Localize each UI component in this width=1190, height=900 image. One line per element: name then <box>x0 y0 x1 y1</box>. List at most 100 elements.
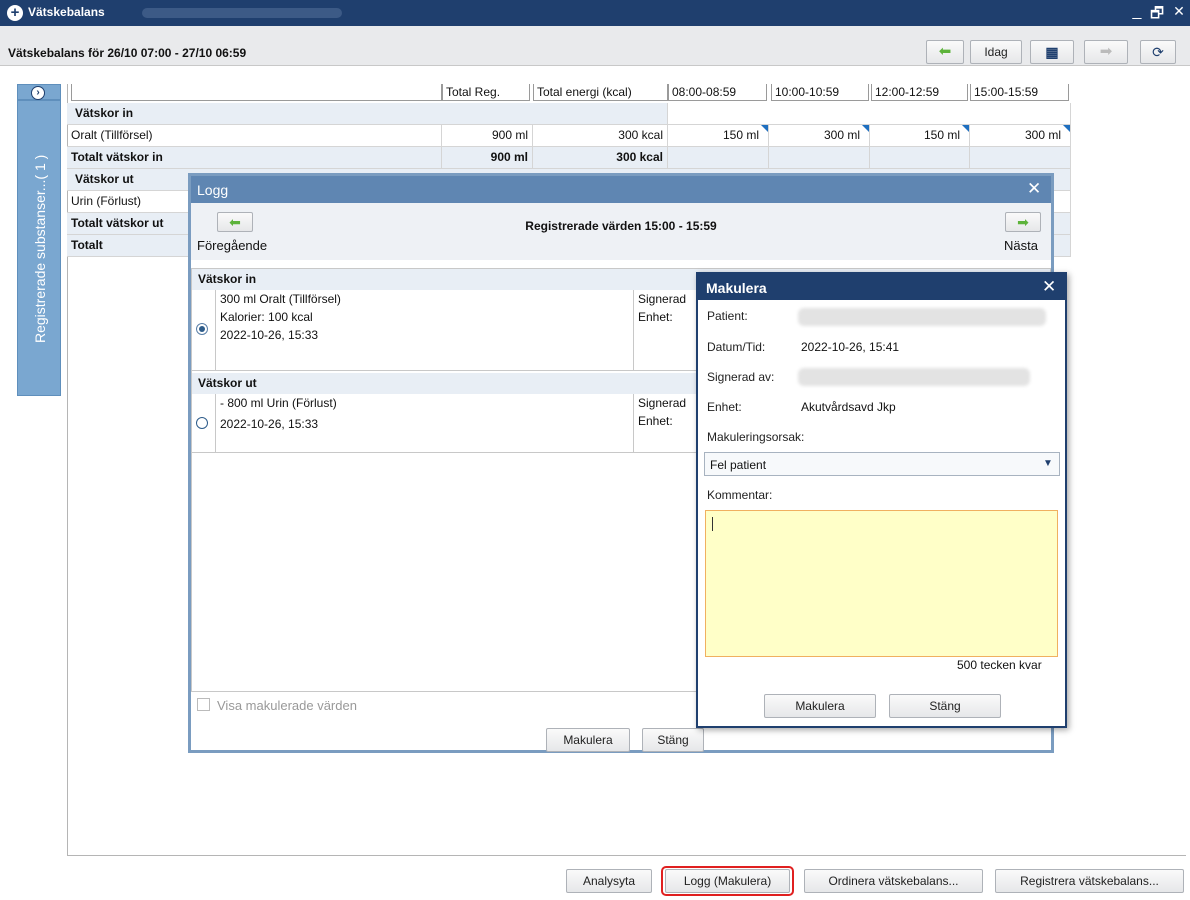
radio-unselected[interactable] <box>196 417 208 429</box>
col-header-slot-1: 08:00-08:59 <box>668 84 767 101</box>
col-header-slot-3: 12:00-12:59 <box>871 84 968 101</box>
signed-by-value-redacted <box>798 368 1030 386</box>
log-void-footer-button[interactable]: Logg (Makulera) <box>665 869 790 893</box>
section-fluids-in: Vätskor in <box>67 103 668 125</box>
entry-unit-label: Enhet: <box>638 414 673 428</box>
chevron-right-icon: › <box>31 86 45 100</box>
log-close-button[interactable]: Stäng <box>642 728 704 752</box>
refresh-icon: ⟳ <box>1152 44 1164 60</box>
close-icon[interactable]: ✕ <box>1027 179 1041 199</box>
window-titlebar: + Vätskebalans _ 🗗 ✕ <box>0 0 1190 26</box>
patient-label: Patient: <box>707 309 748 323</box>
unit-value: Akutvårdsavd Jkp <box>801 400 896 414</box>
row-total-in-label: Totalt vätskor in <box>67 147 442 169</box>
restore-icon[interactable]: 🗗 <box>1148 3 1166 28</box>
comment-label: Kommentar: <box>707 488 773 502</box>
reason-select[interactable]: Fel patient ▼ <box>704 452 1060 476</box>
entry-line-1: 300 ml Oralt (Tillförsel) <box>220 292 341 306</box>
chars-remaining: 500 tecken kvar <box>957 658 1042 672</box>
col-header-total-reg: Total Reg. <box>442 84 530 101</box>
row-total-in-slot <box>769 147 870 169</box>
show-voided-checkbox[interactable] <box>197 698 210 711</box>
side-panel-toggle[interactable]: › <box>17 84 61 100</box>
row-total-in-total: 900 ml <box>442 147 533 169</box>
refresh-button[interactable]: ⟳ <box>1140 40 1176 64</box>
today-button[interactable]: Idag <box>970 40 1022 64</box>
patient-name-redacted <box>142 8 342 18</box>
row-total-in-slot <box>970 147 1071 169</box>
next-day-button[interactable]: ➡ <box>1084 40 1128 64</box>
side-panel-label: Registrerade substanser...( 1 ) <box>32 154 48 344</box>
previous-label[interactable]: Föregående <box>197 238 267 253</box>
row-total-in-energy: 300 kcal <box>533 147 668 169</box>
signed-by-label: Signerad av: <box>707 370 775 384</box>
row-total-in-slot <box>870 147 970 169</box>
minimize-icon[interactable]: _ <box>1128 3 1146 21</box>
log-dialog-title: Logg <box>197 182 229 198</box>
col-header-slot-4: 15:00-15:59 <box>970 84 1069 101</box>
next-label[interactable]: Nästa <box>1004 238 1038 253</box>
divider <box>633 290 634 371</box>
next-button[interactable]: ➡ <box>1005 212 1041 232</box>
row-oral-slot-2[interactable]: 300 ml <box>769 125 870 147</box>
void-close-button[interactable]: Stäng <box>889 694 1001 718</box>
close-window-icon[interactable]: ✕ <box>1170 3 1188 20</box>
entry-signed-label: Signerad <box>638 396 687 410</box>
comment-textarea[interactable] <box>705 510 1058 657</box>
register-fluid-balance-button[interactable]: Registrera vätskebalans... <box>995 869 1184 893</box>
divider <box>215 290 216 371</box>
row-oral-slot-4[interactable]: 300 ml <box>970 125 1071 147</box>
arrow-right-icon: ➡ <box>1017 214 1029 230</box>
order-fluid-balance-button[interactable]: Ordinera vätskebalans... <box>804 869 983 893</box>
datetime-label: Datum/Tid: <box>707 340 766 354</box>
comment-marker-icon <box>1063 125 1070 132</box>
void-dialog-titlebar: Makulera ✕ <box>698 274 1065 300</box>
entry-line-1: - 800 ml Urin (Förlust) <box>220 396 337 410</box>
unit-label: Enhet: <box>707 400 742 414</box>
patient-value-redacted <box>798 308 1046 326</box>
reason-selected-value: Fel patient <box>710 458 767 472</box>
row-oral-energy: 300 kcal <box>533 125 668 147</box>
arrow-right-icon: ➡ <box>1099 43 1113 60</box>
comment-marker-icon <box>761 125 768 132</box>
comment-marker-icon <box>962 125 969 132</box>
slot-value: 150 ml <box>923 128 960 142</box>
datetime-value: 2022-10-26, 15:41 <box>801 340 900 354</box>
entry-signed-label: Signerad <box>638 292 687 306</box>
window-title: Vätskebalans <box>28 5 105 19</box>
entry-line-2: 2022-10-26, 15:33 <box>220 417 319 431</box>
section-fluids-in-slots <box>668 103 1071 125</box>
row-oral-slot-3[interactable]: 150 ml <box>870 125 970 147</box>
row-oral-slot-1[interactable]: 150 ml <box>668 125 769 147</box>
arrow-left-icon: ⬅ <box>938 43 952 60</box>
row-total-in-slot <box>668 147 769 169</box>
log-heading: Registrerade värden 15:00 - 15:59 <box>525 219 717 233</box>
page-header: Vätskebalans för 26/10 07:00 - 27/10 06:… <box>0 26 1190 66</box>
col-header-total-energy: Total energi (kcal) <box>533 84 668 101</box>
close-icon[interactable]: ✕ <box>1042 277 1056 297</box>
log-dialog-titlebar: Logg ✕ <box>191 176 1051 203</box>
row-oral-label: Oralt (Tillförsel) <box>67 125 442 147</box>
entry-line-2: Kalorier: 100 kcal <box>220 310 313 324</box>
log-nav-bar: ⬅ Föregående Registrerade värden 15:00 -… <box>191 203 1051 260</box>
void-dialog: Makulera ✕ Patient: Datum/Tid: 2022-10-2… <box>696 272 1067 728</box>
row-oral-total: 900 ml <box>442 125 533 147</box>
text-caret <box>712 517 713 531</box>
calendar-button[interactable]: ▦ <box>1030 40 1074 64</box>
slot-value: 150 ml <box>722 128 759 142</box>
void-dialog-title: Makulera <box>706 280 767 296</box>
prev-day-button[interactable]: ⬅ <box>926 40 964 64</box>
divider <box>215 394 216 453</box>
void-confirm-button[interactable]: Makulera <box>764 694 876 718</box>
col-header-slot-2: 10:00-10:59 <box>771 84 869 101</box>
reason-label: Makuleringsorsak: <box>707 430 805 444</box>
entry-unit-label: Enhet: <box>638 310 673 324</box>
log-void-button[interactable]: Makulera <box>546 728 630 752</box>
divider <box>633 394 634 453</box>
dropdown-arrow-icon: ▼ <box>1043 458 1053 469</box>
page-title: Vätskebalans för 26/10 07:00 - 27/10 06:… <box>8 46 247 60</box>
table-header-blank <box>71 84 442 101</box>
analysis-button[interactable]: Analysyta <box>566 869 652 893</box>
radio-selected[interactable] <box>196 323 208 335</box>
side-panel-tab[interactable]: Registrerade substanser...( 1 ) <box>17 100 61 396</box>
